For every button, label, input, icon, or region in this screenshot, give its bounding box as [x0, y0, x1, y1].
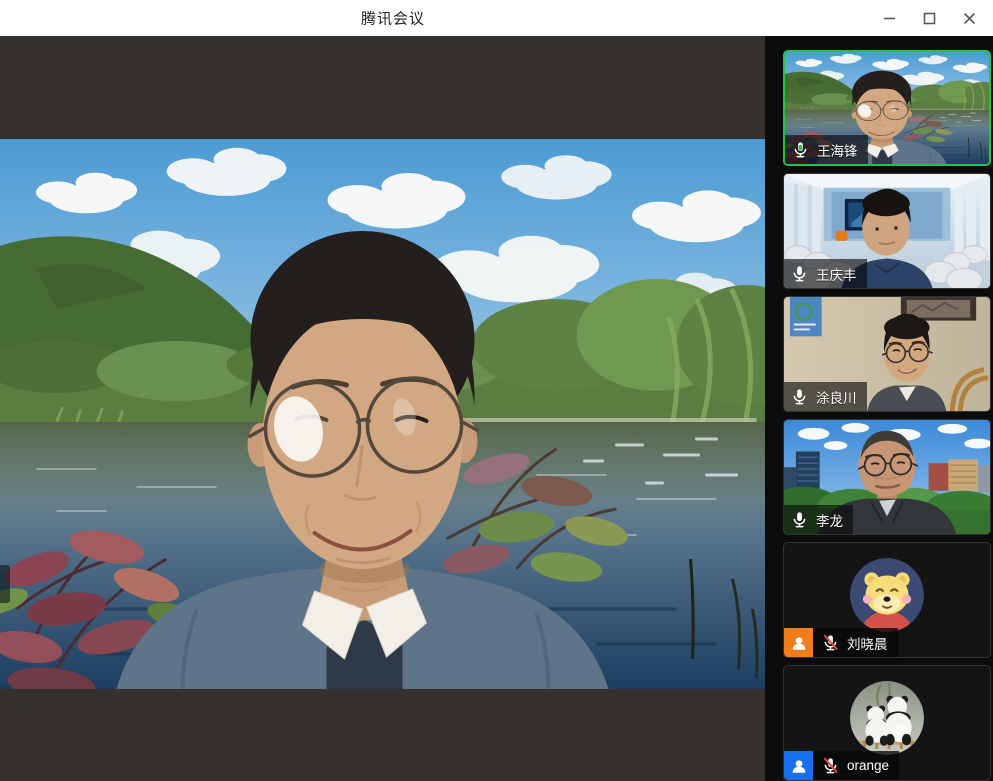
window-controls	[869, 0, 989, 36]
close-button[interactable]	[949, 0, 989, 36]
participant-namebar: orange	[784, 751, 899, 780]
maximize-button[interactable]	[909, 0, 949, 36]
mic-on-icon	[790, 510, 809, 529]
participant-tile[interactable]: 李龙	[783, 419, 991, 535]
maximize-icon	[923, 12, 936, 25]
participant-namebar: 李龙	[784, 505, 853, 534]
participant-name: 李龙	[816, 510, 843, 530]
window-title: 腾讯会议	[361, 8, 425, 29]
participant-name: orange	[847, 758, 889, 773]
participant-tile[interactable]: 王庆丰	[783, 173, 991, 289]
meeting-window: 王海锋	[0, 36, 993, 781]
mic-on-icon	[790, 264, 809, 283]
participant-namebar: 刘晓晨	[784, 628, 898, 657]
participant-name: 刘晓晨	[847, 633, 888, 653]
main-stage[interactable]	[0, 36, 765, 781]
participant-name: 王庆丰	[816, 264, 857, 284]
mic-muted-icon	[821, 633, 840, 652]
participant-namebar: 涂良川	[784, 382, 867, 411]
namebar-segment: 刘晓晨	[813, 628, 898, 657]
active-speaker-video[interactable]	[0, 139, 765, 689]
window-titlebar: 腾讯会议	[0, 0, 993, 36]
mic-on-speaking-icon	[791, 140, 810, 159]
cartoon-bear-avatar	[850, 558, 924, 632]
pandas-avatar	[850, 681, 924, 755]
participant-name: 王海锋	[817, 140, 858, 160]
lake-scene	[0, 139, 765, 689]
participant-tile[interactable]: orange	[783, 665, 991, 781]
panel-collapse-handle[interactable]	[0, 565, 10, 603]
namebar-segment: orange	[813, 751, 899, 780]
close-icon	[963, 12, 976, 25]
participant-namebar: 王庆丰	[784, 259, 867, 288]
participants-sidebar: 王海锋	[765, 36, 993, 781]
participant-name: 涂良川	[816, 387, 857, 407]
mic-muted-icon	[821, 756, 840, 775]
participant-tile[interactable]: 刘晓晨	[783, 542, 991, 658]
minimize-icon	[883, 12, 896, 25]
person-badge-icon	[784, 751, 813, 780]
mic-on-icon	[790, 387, 809, 406]
participant-tile[interactable]: 王海锋	[783, 50, 991, 166]
person-badge-icon	[784, 628, 813, 657]
participant-namebar: 王海锋	[785, 135, 868, 164]
participant-tile[interactable]: 涂良川	[783, 296, 991, 412]
minimize-button[interactable]	[869, 0, 909, 36]
